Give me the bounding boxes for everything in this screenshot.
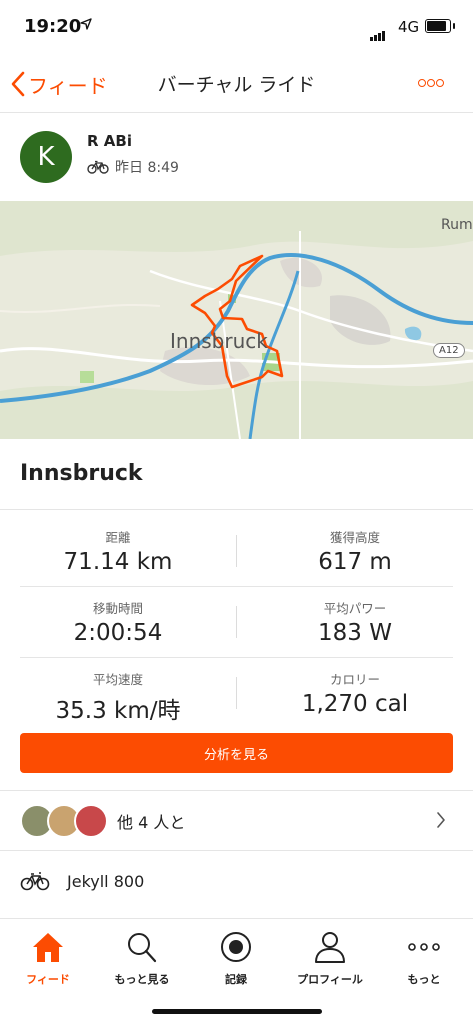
- stat-label: 移動時間: [92, 601, 143, 616]
- more-options-button[interactable]: [418, 72, 458, 96]
- location-arrow-icon: [80, 18, 92, 34]
- stat-value: 35.3 km/時: [55, 698, 181, 724]
- home-icon: [33, 933, 63, 962]
- stat-value: 71.14 km: [63, 549, 173, 575]
- stat-avg-power: 平均パワー 183 W: [237, 598, 473, 646]
- map-road-label: A12: [433, 343, 465, 358]
- gear-name: Jekyll 800: [67, 872, 145, 891]
- stat-elevation: 獲得高度 617 m: [237, 527, 473, 575]
- battery-icon: [425, 19, 455, 33]
- status-bar: 19:20 4G: [0, 0, 473, 58]
- group-activity-row[interactable]: 他 4 人と: [0, 791, 473, 849]
- stat-value: 183 W: [318, 620, 392, 646]
- athlete-name[interactable]: R ABi: [87, 132, 132, 150]
- activity-header: K R ABi 昨日 8:49: [0, 112, 473, 200]
- back-button[interactable]: フィード: [10, 66, 108, 102]
- tab-explore[interactable]: もっと見る: [95, 925, 189, 995]
- tab-more[interactable]: もっと: [377, 925, 471, 995]
- tab-label: もっと: [407, 973, 441, 986]
- stat-label: 距離: [105, 530, 131, 545]
- stat-distance: 距離 71.14 km: [0, 527, 236, 575]
- tab-feed[interactable]: フィード: [1, 925, 95, 995]
- tab-record[interactable]: 記録: [189, 925, 283, 995]
- stat-row-divider: [20, 657, 453, 658]
- activity-title: Innsbruck: [20, 461, 143, 486]
- tab-label: プロフィール: [297, 973, 363, 986]
- status-time: 19:20: [24, 16, 82, 37]
- tab-label: フィード: [26, 973, 70, 986]
- chevron-right-icon: [437, 812, 445, 828]
- stat-calories: カロリー 1,270 cal: [237, 669, 473, 717]
- group-text: 他 4 人と: [117, 813, 186, 832]
- divider: [0, 509, 473, 510]
- tab-label: 記録: [225, 973, 247, 986]
- stat-value: 1,270 cal: [301, 691, 409, 717]
- gear-row[interactable]: Jekyll 800: [0, 851, 473, 913]
- home-indicator: [152, 1009, 322, 1014]
- avatar: [74, 804, 108, 838]
- stat-label: カロリー: [329, 672, 380, 687]
- map-graphic: [0, 201, 473, 439]
- chevron-left-icon: [11, 71, 25, 97]
- stat-label: 獲得高度: [329, 530, 380, 545]
- profile-icon: [315, 932, 345, 963]
- record-icon: [221, 932, 251, 962]
- stat-value: 2:00:54: [73, 620, 163, 646]
- stat-label: 平均速度: [92, 672, 143, 687]
- map-city-label: Innsbruck: [170, 329, 268, 353]
- stat-row-divider: [20, 586, 453, 587]
- ride-timestamp: 昨日 8:49: [115, 160, 179, 176]
- back-label: フィード: [28, 73, 108, 98]
- bike-icon: [20, 872, 50, 891]
- view-analysis-button[interactable]: 分析を見る: [20, 733, 453, 773]
- search-icon: [128, 933, 157, 963]
- tab-label: もっと見る: [114, 973, 170, 986]
- stat-avg-speed: 平均速度 35.3 km/時: [0, 669, 236, 725]
- stat-moving-time: 移動時間 2:00:54: [0, 598, 236, 646]
- avatar[interactable]: K: [20, 131, 72, 183]
- stat-value: 617 m: [318, 549, 392, 575]
- tab-profile[interactable]: プロフィール: [283, 925, 377, 995]
- nav-bar: フィード バーチャル ライド: [0, 58, 473, 113]
- route-map[interactable]: Innsbruck Rum A12: [0, 201, 473, 439]
- bike-icon: [87, 160, 109, 174]
- network-type: 4G: [398, 18, 420, 36]
- signal-icon: [370, 22, 386, 41]
- more-dots-icon: [408, 943, 440, 951]
- stat-label: 平均パワー: [323, 601, 387, 616]
- ride-meta: 昨日 8:49: [87, 157, 179, 177]
- map-edge-label: Rum: [441, 217, 473, 233]
